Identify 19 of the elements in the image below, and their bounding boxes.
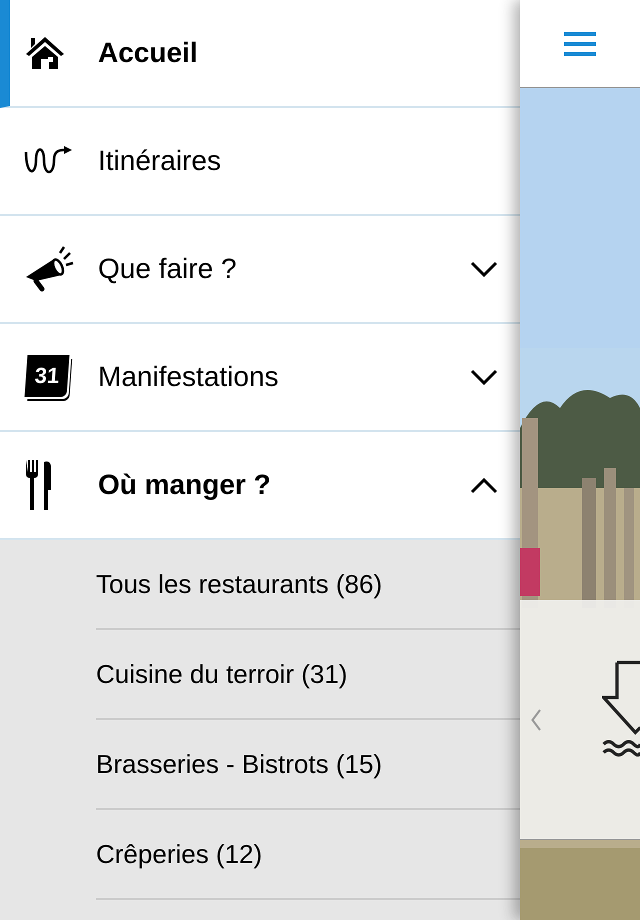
menu-item-label: Itinéraires bbox=[98, 144, 222, 178]
menu-item[interactable]: Itinéraires bbox=[0, 108, 520, 216]
home-icon bbox=[24, 35, 66, 71]
menu-item[interactable]: Que faire ? bbox=[0, 216, 520, 324]
megaphone-icon bbox=[24, 245, 74, 293]
menu-icon[interactable] bbox=[564, 30, 596, 58]
submenu-item[interactable]: Cuisine du terroir (31) bbox=[96, 654, 348, 694]
menu-item[interactable]: Où manger ? bbox=[0, 432, 520, 540]
menu-item[interactable]: 31 Manifestations bbox=[0, 324, 520, 432]
submenu-item[interactable]: Brasseries - Bistrots (15) bbox=[96, 744, 382, 784]
menu-item-label: Où manger ? bbox=[98, 468, 272, 502]
menu-item-label: Accueil bbox=[98, 36, 199, 70]
cutlery-icon bbox=[24, 460, 54, 510]
menu-item[interactable]: Accueil bbox=[0, 0, 520, 108]
route-icon bbox=[24, 146, 74, 176]
submenu-item[interactable]: Tous les restaurants (86) bbox=[96, 564, 382, 604]
menu-item-label: Manifestations bbox=[98, 360, 280, 394]
submenu-item[interactable]: Crêperies (12) bbox=[96, 834, 262, 874]
menu-item-label: Que faire ? bbox=[98, 252, 238, 286]
